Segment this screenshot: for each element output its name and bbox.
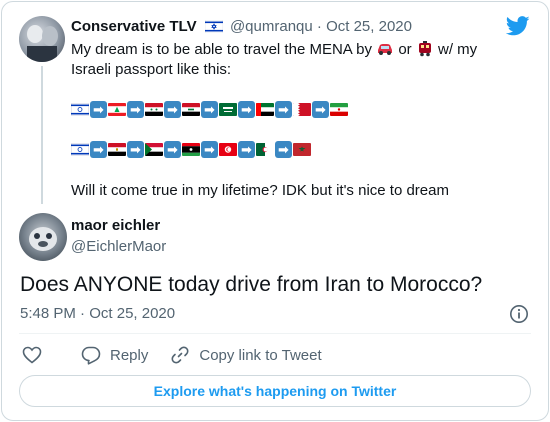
explore-twitter-button[interactable]: Explore what's happening on Twitter [19,375,531,407]
car-emoji-icon [378,44,393,55]
right-arrow-emoji-icon: ➡ [275,140,292,158]
reply-bubble-icon [81,346,101,365]
egypt-flag-icon [108,142,126,156]
right-arrow-emoji-icon: ➡ [201,140,218,158]
right-arrow-emoji-icon: ➡ [127,140,144,158]
thread-connector-line [41,66,43,204]
syria-flag-icon [145,102,163,116]
author-handle[interactable]: @EichlerMaor [71,238,166,255]
tweet-embed-card: Conservative TLV @qumranqu · Oct 25, 202… [1,1,549,421]
quoted-author-avatar[interactable] [19,16,65,62]
copy-link-button[interactable]: Copy link to Tweet [170,345,322,365]
right-arrow-emoji-icon: ➡ [90,140,107,158]
tunisia-flag-icon [219,142,237,156]
right-arrow-emoji-icon: ➡ [164,140,181,158]
quoted-author-name[interactable]: Conservative TLV [71,18,197,35]
tweet-timestamp[interactable]: 5:48 PM · Oct 25, 2020 [20,305,175,322]
right-arrow-emoji-icon: ➡ [312,100,329,118]
libya-flag-icon [182,142,200,156]
tweet-time: 5:48 PM [20,305,76,322]
right-arrow-emoji-icon: ➡ [127,100,144,118]
quoted-text-part1: My dream is to be able to travel the MEN… [71,41,372,58]
quoted-tweet-text: My dream is to be able to travel the MEN… [71,40,521,80]
israel-flag-icon [71,102,89,116]
right-arrow-emoji-icon: ➡ [201,100,218,118]
info-icon[interactable] [509,304,529,324]
tweet-date: Oct 25, 2020 [89,305,176,322]
link-icon [171,346,189,364]
quoted-author-handle[interactable]: @qumranqu [230,18,313,35]
quoted-tweet-header: Conservative TLV @qumranqu · Oct 25, 202… [71,18,412,35]
reply-label: Reply [110,346,149,364]
bahrain-flag-icon [293,102,311,116]
heart-icon [22,346,42,364]
right-arrow-emoji-icon: ➡ [90,100,107,118]
quoted-tweet-footer-text: Will it come true in my lifetime? IDK bu… [71,182,449,199]
right-arrow-emoji-icon: ➡ [238,100,255,118]
saudi-arabia-flag-icon [219,102,237,116]
header-separator: · [316,18,322,35]
reply-button[interactable]: Reply [81,346,148,365]
flag-route-row-1: ➡ ➡ ➡ ➡ ➡ ➡ ➡ [71,100,348,118]
quoted-tweet-date[interactable]: Oct 25, 2020 [326,18,412,35]
algeria-flag-icon [256,142,274,156]
iraq-flag-icon [182,102,200,116]
right-arrow-emoji-icon: ➡ [275,100,292,118]
like-button[interactable] [22,346,51,364]
morocco-flag-icon [293,142,311,156]
lebanon-flag-icon [108,102,126,116]
uae-flag-icon [256,102,274,116]
divider [19,333,531,334]
tweet-actions: Reply Copy link to Tweet [22,344,344,366]
iran-flag-icon [330,102,348,116]
israel-flag-icon [71,142,89,156]
tweet-text: Does ANYONE today drive from Iran to Mor… [20,273,483,296]
flag-route-row-2: ➡ ➡ ➡ ➡ ➡ ➡ [71,140,311,158]
sudan-flag-icon [145,142,163,156]
author-name[interactable]: maor eichler [71,217,160,234]
right-arrow-emoji-icon: ➡ [164,100,181,118]
israel-flag-icon [204,20,223,33]
copy-link-label: Copy link to Tweet [199,346,322,364]
twitter-bird-icon[interactable] [506,16,530,36]
right-arrow-emoji-icon: ➡ [238,140,255,158]
timestamp-separator: · [80,305,86,322]
quoted-text-or: or [398,41,412,58]
author-avatar[interactable] [19,213,67,261]
train-emoji-icon [418,41,431,57]
